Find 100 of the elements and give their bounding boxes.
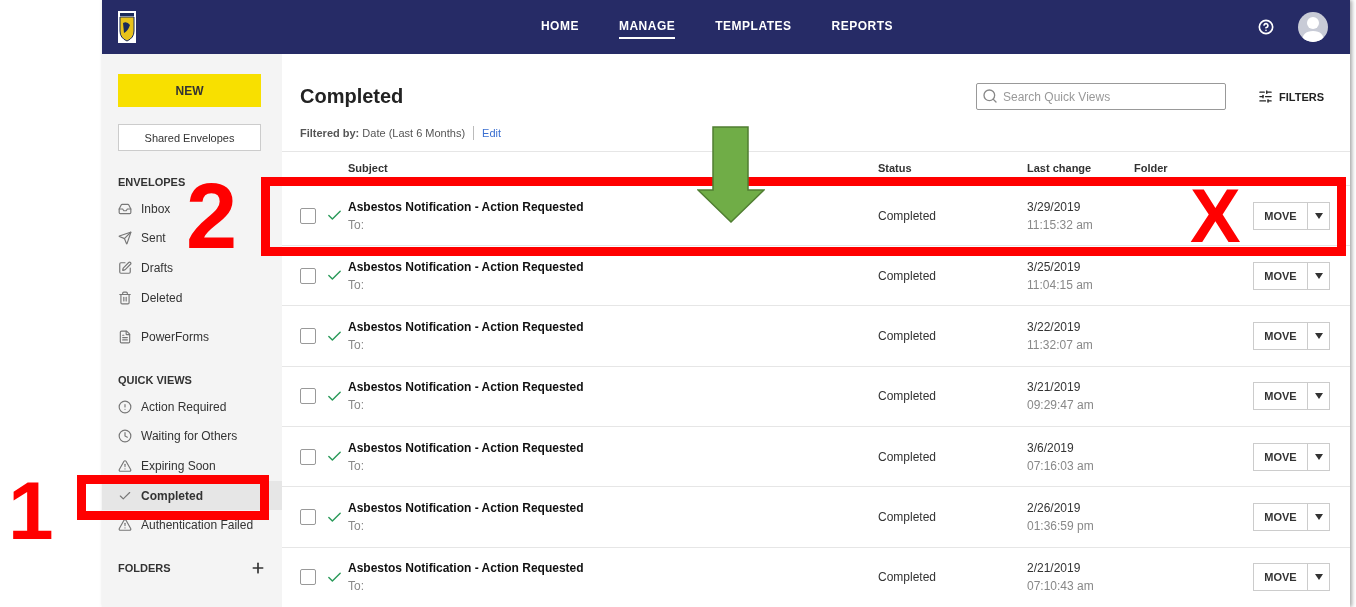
subject-text[interactable]: Asbestos Notification - Action Requested (348, 320, 878, 335)
caret-icon (1314, 272, 1323, 279)
date-text: 2/21/2019 (1027, 561, 1082, 576)
exclamation-icon (118, 399, 132, 414)
move-button[interactable]: MOVE (1253, 322, 1307, 351)
search-icon (982, 88, 998, 105)
section-title: FOLDERS (118, 561, 171, 574)
dropdown-button[interactable] (1307, 201, 1330, 230)
dropdown-button[interactable] (1307, 382, 1330, 411)
move-button[interactable]: MOVE (1253, 563, 1307, 592)
sidebar-item[interactable]: PowerForms (102, 322, 282, 352)
caret-icon (1314, 393, 1323, 400)
move-button[interactable]: MOVE (1253, 442, 1307, 471)
recipient-text: To: (348, 458, 365, 473)
avatar[interactable] (1298, 12, 1328, 42)
date-text: 3/29/2019 (1027, 199, 1082, 214)
status-text: Completed (878, 329, 938, 344)
clock-icon (118, 429, 132, 444)
recipient-text: To: (348, 217, 365, 232)
subject-text[interactable]: Asbestos Notification - Action Requested (348, 501, 878, 516)
date-text: 3/25/2019 (1027, 259, 1082, 274)
section-title: ENVELOPES (118, 176, 186, 188)
dropdown-button[interactable] (1307, 563, 1330, 592)
row-checkbox[interactable] (300, 207, 316, 224)
sliders-icon (1258, 89, 1273, 105)
search-field[interactable]: Search Quick Views (976, 83, 1226, 111)
paper-plane-icon (118, 231, 132, 246)
recipient-text: To: (348, 519, 365, 534)
status-text: Completed (878, 449, 938, 464)
subject-text[interactable]: Asbestos Notification - Action Requested (348, 380, 878, 395)
column-header[interactable]: Subject (348, 162, 878, 175)
nav-tab[interactable]: MANAGE (618, 15, 676, 39)
time-text: 07:10:43 am (1027, 579, 1095, 594)
column-header[interactable]: Folder (1134, 162, 1253, 175)
move-button[interactable]: MOVE (1253, 382, 1307, 411)
help-icon[interactable] (1258, 19, 1274, 35)
caret-icon (1314, 453, 1323, 460)
subject-text[interactable]: Asbestos Notification - Action Requested (348, 561, 878, 576)
column-header[interactable]: Last change (1027, 162, 1134, 175)
section-title: QUICK VIEWS (118, 373, 192, 386)
form-icon (118, 330, 132, 345)
filter-text: Filtered by: Date (Last 6 Months) (300, 127, 466, 140)
date-text: 3/21/2019 (1027, 380, 1082, 395)
time-text: 11:04:15 am (1027, 277, 1094, 292)
row-checkbox[interactable] (300, 267, 316, 284)
sidebar-item[interactable]: Expiring Soon (102, 451, 282, 481)
row-checkbox[interactable] (300, 509, 316, 526)
subject-text[interactable]: Asbestos Notification - Action Requested (348, 440, 878, 455)
row-checkbox[interactable] (300, 328, 316, 345)
subject-text[interactable]: Asbestos Notification - Action Requested (348, 199, 878, 214)
annotation-label: 1 (8, 470, 54, 552)
page-title: Completed (300, 85, 405, 109)
filters-button[interactable]: FILTERS (1252, 89, 1330, 105)
recipient-text: To: (348, 579, 365, 594)
column-header[interactable]: Status (878, 162, 1027, 175)
date-text: 3/22/2019 (1027, 320, 1082, 335)
warning-icon (118, 458, 132, 473)
nav-tab[interactable]: TEMPLATES (715, 15, 792, 39)
sidebar-item[interactable]: Authentication Failed (102, 510, 282, 540)
move-button[interactable]: MOVE (1253, 261, 1307, 290)
time-text: 09:29:47 am (1027, 398, 1095, 413)
dropdown-button[interactable] (1307, 503, 1330, 532)
dropdown-button[interactable] (1307, 261, 1330, 290)
time-text: 01:36:59 pm (1027, 519, 1095, 534)
recipient-text: To: (348, 277, 365, 292)
caret-icon (1314, 574, 1323, 581)
time-text: 11:32:07 am (1027, 338, 1094, 353)
pen-icon (118, 261, 132, 275)
date-text: 2/26/2019 (1027, 501, 1082, 516)
dropdown-button[interactable] (1307, 322, 1330, 351)
status-text: Completed (878, 268, 938, 283)
sidebar-item[interactable]: Action Required (102, 391, 282, 422)
date-text: 3/6/2019 (1027, 440, 1075, 455)
status-text: Completed (878, 510, 938, 525)
edit-link[interactable]: Edit (482, 127, 502, 140)
time-text: 11:15:32 am (1027, 217, 1094, 232)
trash-icon (118, 290, 132, 305)
caret-icon (1314, 212, 1323, 219)
shared-envelopes-button[interactable]: Shared Envelopes (118, 124, 261, 151)
logo-icon[interactable] (118, 11, 136, 43)
nav-tab[interactable]: REPORTS (831, 15, 894, 39)
recipient-text: To: (348, 338, 365, 353)
subject-text[interactable]: Asbestos Notification - Action Requested (348, 259, 878, 274)
warning-icon (118, 518, 132, 533)
row-checkbox[interactable] (300, 569, 316, 586)
row-checkbox[interactable] (300, 388, 316, 405)
caret-icon (1314, 333, 1323, 340)
caret-icon (1314, 514, 1323, 521)
annotation-label: X (1190, 178, 1241, 254)
dropdown-button[interactable] (1307, 442, 1330, 471)
inbox-icon (118, 201, 132, 216)
status-text: Completed (878, 208, 938, 223)
move-button[interactable]: MOVE (1253, 503, 1307, 532)
time-text: 07:16:03 am (1027, 458, 1095, 473)
sidebar-item[interactable]: Deleted (102, 282, 282, 313)
new-button[interactable]: NEW (118, 74, 261, 107)
row-checkbox[interactable] (300, 448, 316, 465)
nav-tab[interactable]: HOME (540, 15, 579, 39)
move-button[interactable]: MOVE (1253, 201, 1307, 230)
sidebar-item[interactable]: Waiting for Others (102, 421, 282, 452)
